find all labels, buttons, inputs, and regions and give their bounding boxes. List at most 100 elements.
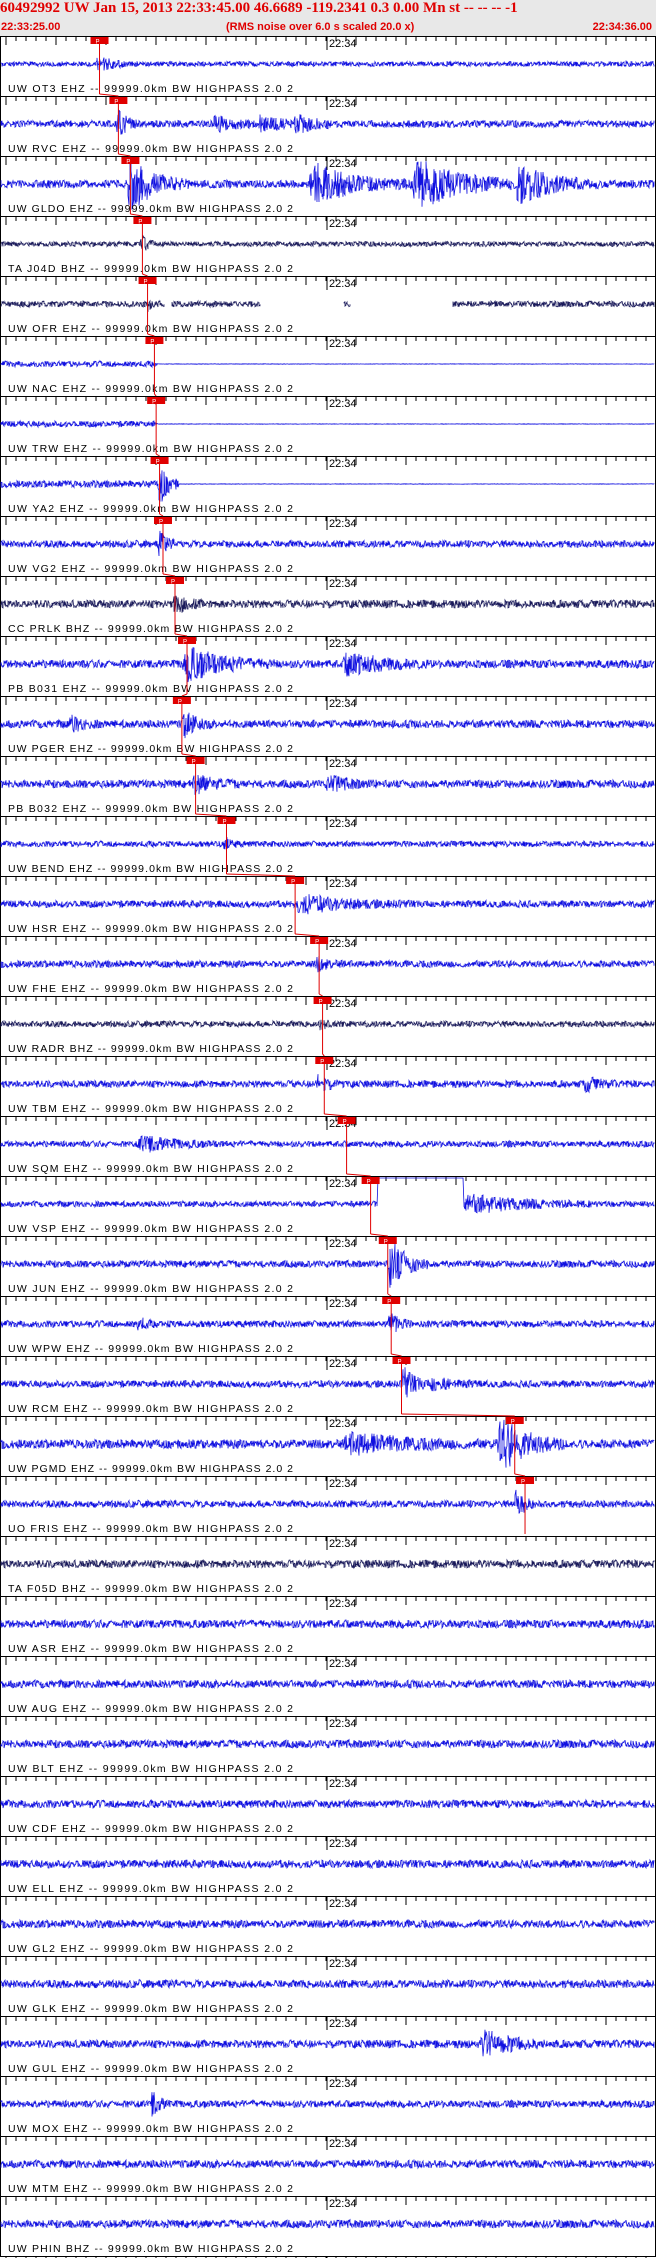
waveform [0, 2029, 655, 2057]
waveform [0, 1678, 655, 1690]
seismogram-chart: 22:34 UW OT3 EHZ -- 99999.0km BW HIGHPASS… [0, 36, 656, 2258]
trace-row: 22:34 UW RCM EHZ -- 99999.0km BW HIGHPASS… [0, 1356, 656, 1415]
trace-row: 22:34 UW BEND EHZ -- 99999.0km BW HIGHPAS… [0, 816, 656, 875]
minute-label: 22:34 [329, 518, 357, 530]
moveout-segment [324, 1113, 347, 1117]
pick-label: P [319, 1000, 323, 1006]
trace-row: 22:34 UW BLT EHZ -- 99999.0km BW HIGHPASS… [0, 1716, 656, 1775]
trace-row: 22:34 UW MTM EHZ -- 99999.0km BW HIGHPASS… [0, 2136, 656, 2195]
minute-label: 22:34 [329, 578, 357, 590]
minute-label: 22:34 [329, 1238, 357, 1250]
trace-row: 22:34 UW PHIN BHZ -- 99999.0km BW HIGHPAS… [0, 2196, 656, 2255]
moveout-segment [514, 1473, 526, 1477]
station-label: UW TRW EHZ -- 99999.0km BW HIGHPASS 2.0 … [8, 443, 293, 455]
waveform [0, 530, 655, 557]
trace-row: 22:34 UW MOX EHZ -- 99999.0km BW HIGHPASS… [0, 2076, 656, 2135]
waveform [0, 1558, 655, 1570]
minute-label: 22:34 [329, 1478, 357, 1490]
waveform [0, 1618, 655, 1630]
pick-label: P [521, 1480, 525, 1486]
trace-row: 22:34 UW FHE EHZ -- 99999.0km BW HIGHPASS… [0, 936, 656, 995]
pick-label: P [222, 820, 226, 826]
pick-label: P [96, 40, 100, 46]
trace-row: 22:34UW SQM EHZ -- 99999.0km BW HIGHPASS… [0, 1116, 656, 1175]
minute-label: 22:34 [329, 218, 357, 230]
pick-label: P [138, 220, 142, 226]
trace-row: 22:34 UW PGMD EHZ -- 99999.0km BW HIGHPAS… [0, 1416, 656, 1475]
trace-row: 22:34 UW NAC EHZ -- 99999.0km BW HIGHPASS… [0, 336, 656, 395]
trace-row: 22:34 UW VSP EHZ -- 99999.0km BW HIGHPASS… [0, 1176, 656, 1235]
station-label: UW PGMD EHZ -- 99999.0km BW HIGHPASS 2.0… [8, 1463, 293, 1475]
waveform [0, 419, 655, 429]
pick-label: P [192, 760, 196, 766]
waveform [0, 299, 655, 312]
trace-row: 22:34 UW HSR EHZ -- 99999.0km BW HIGHPASS… [0, 876, 656, 935]
moveout-segment [387, 1293, 392, 1297]
waveform [0, 1313, 655, 1333]
trace-row: 22:34 TA F05D BHZ -- 99999.0km BW HIGHPAS… [0, 1536, 656, 1595]
trace-row: 22:34 PB B031 EHZ -- 99999.0km BW HIGHPAS… [0, 636, 656, 695]
minute-label: 22:34 [329, 1358, 357, 1370]
waveform [0, 1489, 655, 1514]
pick-label: P [144, 280, 148, 286]
station-label: UW BLT EHZ -- 99999.0km BW HIGHPASS 2.0 … [8, 1763, 293, 1775]
waveform [0, 1367, 655, 1398]
trace-row: 22:34 UW WPW EHZ -- 99999.0km BW HIGHPASS… [0, 1296, 656, 1355]
station-label: UW JUN EHZ -- 99999.0km BW HIGHPASS 2.0 … [8, 1283, 293, 1295]
waveform [0, 1135, 655, 1153]
station-label: UW ELL EHZ -- 99999.0km BW HIGHPASS 2.0 … [8, 1883, 293, 1895]
station-label: UW TBM EHZ -- 99999.0km BW HIGHPASS 2.0 … [8, 1103, 293, 1115]
trace-row: 22:34 UW RVC EHZ -- 99999.0km BW HIGHPASS… [0, 96, 656, 155]
station-label: UW GUL EHZ -- 99999.0km BW HIGHPASS 2.0 … [8, 2063, 293, 2075]
minute-label: 22:34 [329, 278, 357, 290]
pick-label: P [171, 580, 175, 586]
header-bar: 60492992 UW Jan 15, 2013 22:33:45.00 46.… [0, 0, 656, 36]
moveout-segment [401, 1413, 515, 1417]
trace-row: 22:34 UW ELL EHZ -- 99999.0km BW HIGHPASS… [0, 1836, 656, 1895]
waveform [0, 1019, 655, 1031]
waveform [0, 837, 655, 850]
pick-label: P [387, 1300, 391, 1306]
waveform [0, 712, 655, 739]
pick-label: P [156, 460, 160, 466]
waveform [0, 1074, 655, 1094]
minute-label: 22:34 [329, 338, 357, 350]
pick-label: P [511, 1420, 515, 1426]
station-label: TA J04D BHZ -- 99999.0km BW HIGHPASS 2.0… [8, 263, 293, 275]
station-label: UW ASR EHZ -- 99999.0km BW HIGHPASS 2.0 … [8, 1643, 293, 1655]
pick-label: P [320, 1060, 324, 1066]
pick-label: P [150, 340, 154, 346]
trace-row: 22:34 UW TRW EHZ -- 99999.0km BW HIGHPASS… [0, 396, 656, 455]
station-label: UW RVC EHZ -- 99999.0km BW HIGHPASS 2.0 … [8, 143, 293, 155]
trace-row: 22:34 UO FRIS EHZ -- 99999.0km BW HIGHPAS… [0, 1476, 656, 1535]
waveform [0, 647, 655, 683]
station-label: UW NAC EHZ -- 99999.0km BW HIGHPASS 2.0 … [8, 383, 293, 395]
minute-label: 22:34 [329, 1418, 357, 1430]
station-label: UW GLK EHZ -- 99999.0km BW HIGHPASS 2.0 … [8, 2003, 293, 2015]
station-label: UW GLDO EHZ -- 99999.0km BW HIGHPASS 2.0… [8, 203, 293, 215]
minute-label: 22:34 [329, 98, 357, 110]
waveform [0, 2158, 655, 2170]
pick-label: P [126, 160, 130, 166]
event-title: 60492992 UW Jan 15, 2013 22:33:45.00 46.… [0, 0, 518, 16]
minute-label: 22:34 [329, 398, 357, 410]
waveform [0, 774, 655, 795]
trace-row: 22:34 UW VG2 EHZ -- 99999.0km BW HIGHPASS… [0, 516, 656, 575]
station-label: UW OT3 EHZ -- 99999.0km BW HIGHPASS 2.0 … [8, 83, 293, 95]
waveform [0, 470, 655, 502]
waveform [0, 2092, 655, 2117]
waveform [0, 894, 655, 915]
station-label: UW PHIN BHZ -- 99999.0km BW HIGHPASS 2.0… [8, 2243, 293, 2255]
trace-row: 22:34 UW GLDO EHZ -- 99999.0km BW HIGHPAS… [0, 156, 656, 215]
waveform [0, 359, 655, 369]
station-label: UW FHE EHZ -- 99999.0km BW HIGHPASS 2.0 … [8, 983, 293, 995]
minute-label: 22:34 [329, 1778, 357, 1790]
waveform [0, 1798, 655, 1809]
station-label: TA F05D BHZ -- 99999.0km BW HIGHPASS 2.0… [8, 1583, 293, 1595]
station-label: UW VG2 EHZ -- 99999.0km BW HIGHPASS 2.0 … [8, 563, 293, 575]
moveout-segment [346, 1173, 371, 1177]
pick-label: P [178, 700, 182, 706]
waveform [0, 57, 655, 71]
pick-label: P [367, 1180, 371, 1186]
minute-label: 22:34 [329, 1298, 357, 1310]
